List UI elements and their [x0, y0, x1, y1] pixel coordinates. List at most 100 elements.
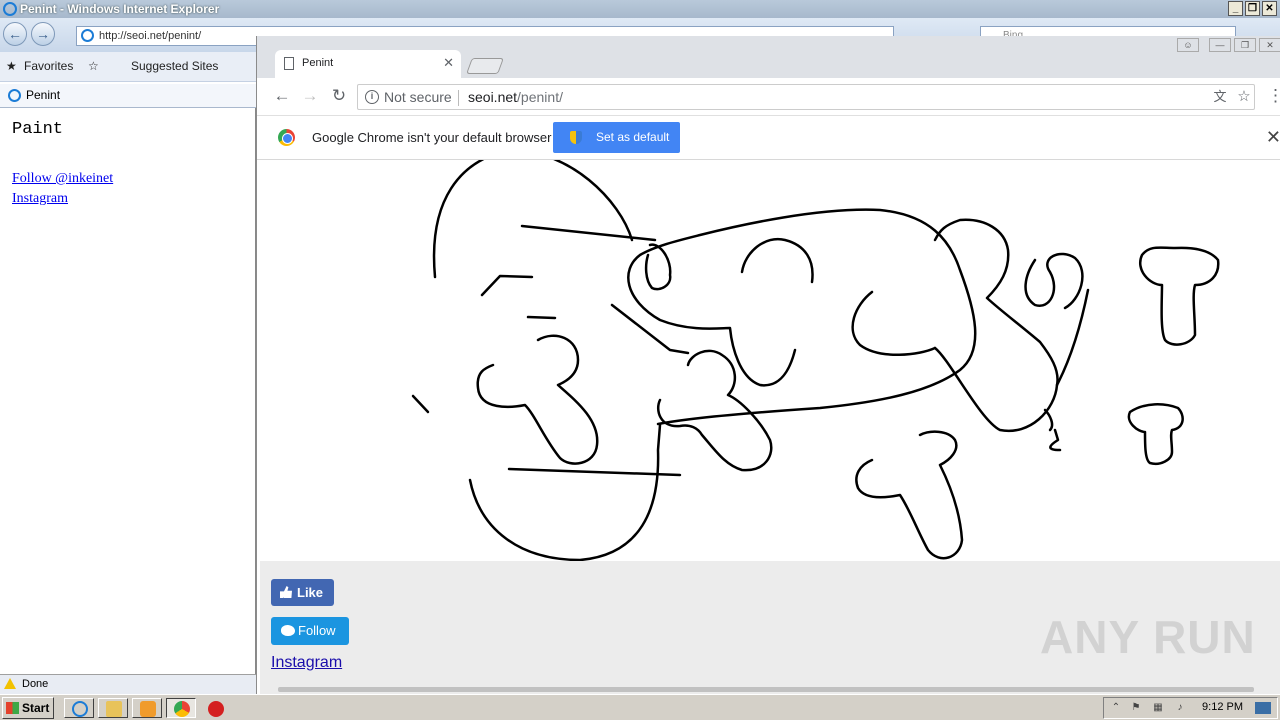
menu-icon[interactable]: ⋮: [1267, 86, 1280, 106]
stroke-line-5: [411, 394, 430, 414]
taskbar-chrome-icon[interactable]: [166, 698, 196, 718]
page-heading: Paint: [12, 120, 64, 139]
chrome-glyph-icon: [174, 701, 190, 717]
system-tray: ⌃ ⚑ ▦ ♪ 9:12 PM: [1103, 697, 1278, 719]
ie-window-title: Penint - Windows Internet Explorer: [20, 2, 220, 16]
forward-button[interactable]: →: [31, 22, 55, 46]
favorites-button[interactable]: Favorites: [24, 58, 73, 74]
set-as-default-label: Set as default: [596, 130, 670, 144]
stop-sign-icon: [208, 701, 224, 717]
back-button[interactable]: ←: [3, 22, 27, 46]
follow-link[interactable]: Follow @inkeinet: [12, 171, 113, 187]
back-arrow-icon[interactable]: ←: [272, 86, 292, 106]
infobar-close-icon[interactable]: ✕: [1266, 127, 1280, 148]
chrome-tabstrip: Penint ✕ ☺ — ❐ ✕: [257, 36, 1280, 78]
twitter-follow-button[interactable]: Follow: [271, 617, 349, 645]
drawing-canvas[interactable]: [260, 160, 1280, 561]
chrome-window: Penint ✕ ☺ — ❐ ✕ ← → ↻ i Not secure seoi…: [256, 36, 1280, 694]
url-text: seoi.net/penint/: [468, 85, 563, 109]
ie-address-text: http://seoi.net/penint/: [99, 30, 202, 42]
twitter-bird-icon: [281, 625, 295, 636]
instagram-link[interactable]: Instagram: [12, 191, 68, 207]
stroke-mushroom-2: [656, 349, 773, 472]
ie-status-bar: Done: [0, 674, 256, 694]
chrome-toolbar: ← → ↻ i Not secure seoi.net/penint/ 文 ☆ …: [257, 78, 1280, 116]
ie-tab-icon: [8, 89, 21, 102]
close-icon[interactable]: ✕: [1262, 1, 1277, 16]
restore-icon[interactable]: ❐: [1245, 1, 1260, 16]
taskbar-stop-icon[interactable]: [200, 698, 230, 718]
stroke-cloud: [740, 237, 937, 356]
chrome-tab-title: Penint: [302, 57, 334, 69]
ie-page-icon: [81, 29, 94, 42]
stroke-line-6: [507, 467, 682, 477]
stroke-big-oval-top: [432, 160, 634, 279]
show-desktop-icon[interactable]: [1255, 702, 1271, 714]
ie-logo-icon: [3, 2, 17, 16]
chrome-close-icon[interactable]: ✕: [1259, 38, 1280, 52]
stroke-line-1: [520, 224, 657, 242]
stroke-squiggle: [1024, 252, 1084, 310]
favorites-star-icon[interactable]: ★: [6, 58, 17, 74]
thumbs-up-icon: [280, 586, 292, 598]
horizontal-scrollbar[interactable]: [278, 687, 1254, 692]
suggested-sites-link[interactable]: Suggested Sites: [131, 58, 218, 74]
chrome-minimize-icon[interactable]: —: [1209, 38, 1231, 52]
translate-icon[interactable]: 文: [1210, 87, 1230, 107]
network-icon[interactable]: ▦: [1152, 702, 1164, 714]
shield-icon: [570, 131, 582, 144]
taskbar-media-icon[interactable]: [132, 698, 162, 718]
watermark: ANY RUN: [1040, 611, 1256, 663]
info-icon[interactable]: i: [365, 90, 379, 104]
forward-arrow-icon[interactable]: →: [300, 86, 320, 106]
ie-glyph-icon: [72, 701, 88, 717]
start-label: Start: [22, 701, 50, 715]
media-player-icon: [140, 701, 156, 717]
start-button[interactable]: Start: [2, 697, 54, 719]
page-instagram-link[interactable]: Instagram: [271, 654, 342, 672]
new-tab-button[interactable]: [466, 58, 504, 74]
stroke-mushroom-5: [855, 430, 964, 560]
taskbar-explorer-icon[interactable]: [98, 698, 128, 718]
stroke-mushroom-4: [1127, 403, 1184, 465]
document-icon: [284, 57, 294, 70]
stroke-right-loop: [933, 218, 1059, 433]
omnibox-separator: [458, 90, 459, 106]
omnibox[interactable]: i Not secure seoi.net/penint/ 文 ☆: [357, 84, 1255, 110]
stroke-long-curve: [627, 208, 977, 426]
like-label: Like: [297, 585, 324, 600]
stroke-mushroom-1: [476, 334, 599, 465]
warning-icon: [4, 678, 16, 689]
tab-close-icon[interactable]: ✕: [443, 55, 454, 71]
add-favorite-icon[interactable]: ☆: [88, 58, 99, 74]
clock[interactable]: 9:12 PM: [1202, 701, 1243, 713]
chrome-logo-icon: [278, 129, 295, 146]
stroke-line-3: [526, 315, 557, 320]
flag-icon[interactable]: ⚑: [1130, 702, 1142, 714]
chrome-restore-icon[interactable]: ❐: [1234, 38, 1256, 52]
chrome-page: Like Follow Instagram ANY RUN: [260, 160, 1280, 694]
default-browser-infobar: Google Chrome isn't your default browser…: [257, 116, 1280, 160]
taskbar: Start ⌃ ⚑ ▦ ♪ 9:12 PM: [0, 694, 1280, 720]
status-text: Done: [22, 678, 49, 690]
folder-icon: [106, 701, 122, 717]
profile-icon[interactable]: ☺: [1177, 38, 1199, 52]
ie-tab[interactable]: Penint: [0, 84, 256, 108]
reload-icon[interactable]: ↻: [329, 86, 349, 106]
stroke-small-mark-2: [1043, 408, 1062, 452]
stroke-big-oval-bottom: [468, 423, 662, 561]
stroke-line-2: [480, 274, 534, 297]
bookmark-star-icon[interactable]: ☆: [1234, 87, 1254, 107]
windows-logo-icon: [6, 702, 19, 714]
facebook-like-button[interactable]: Like: [271, 579, 334, 606]
ie-tab-title: Penint: [26, 88, 61, 102]
chrome-tab[interactable]: Penint ✕: [275, 50, 461, 78]
volume-icon[interactable]: ♪: [1174, 702, 1186, 714]
tray-expand-icon[interactable]: ⌃: [1110, 702, 1122, 714]
minimize-icon[interactable]: _: [1228, 1, 1243, 16]
follow-label: Follow: [298, 623, 336, 638]
ie-page-content: Paint Follow @inkeinet Instagram: [0, 108, 256, 674]
set-as-default-button[interactable]: Set as default: [553, 122, 680, 153]
url-path: /penint/: [517, 89, 563, 105]
taskbar-ie-icon[interactable]: [64, 698, 94, 718]
